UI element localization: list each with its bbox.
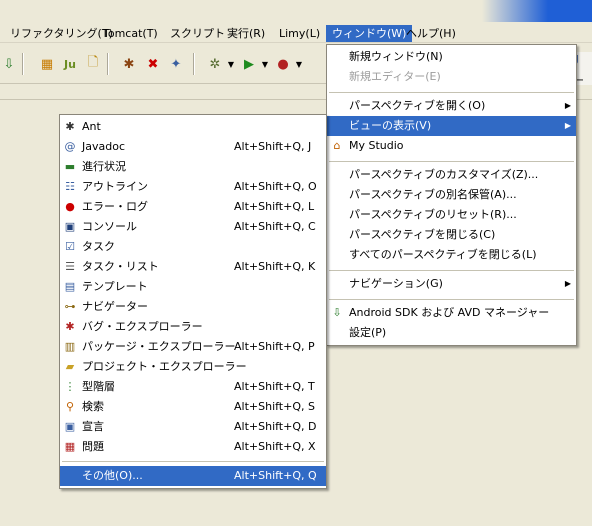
- toolbar-separator: [22, 53, 24, 75]
- menu-item-my-studio[interactable]: ⌂ My Studio: [327, 136, 576, 156]
- menu-run[interactable]: 実行(R): [221, 25, 271, 42]
- view-item-javadoc[interactable]: @ Javadoc Alt+Shift+Q, J: [60, 137, 326, 157]
- view-item-console[interactable]: ▣ コンソール Alt+Shift+Q, C: [60, 217, 326, 237]
- external-tools-icon[interactable]: ●: [274, 55, 292, 73]
- menu-item-android-sdk-manager[interactable]: ⇩ Android SDK および AVD マネージャー: [327, 303, 576, 323]
- toolbar-separator: [107, 53, 109, 75]
- menu-tomcat[interactable]: Tomcat(T): [97, 25, 164, 42]
- menu-item-open-perspective[interactable]: パースペクティブを開く(O) ▶: [327, 96, 576, 116]
- external-tools-dropdown-icon[interactable]: ▼: [294, 55, 304, 73]
- project-explorer-icon: ▰: [65, 360, 75, 373]
- bug-remove-icon[interactable]: ✖: [144, 55, 162, 73]
- menu-bar: リファクタリング(T) Tomcat(T) スクリプト 実行(R) Limy(L…: [0, 24, 592, 43]
- console-icon: ▣: [64, 220, 76, 233]
- view-item-outline[interactable]: ☷ アウトライン Alt+Shift+Q, O: [60, 177, 326, 197]
- new-package-icon[interactable]: ▦: [38, 55, 56, 73]
- run-dropdown-icon[interactable]: ▼: [260, 55, 270, 73]
- view-item-navigator[interactable]: ⊶ ナビゲーター: [60, 297, 326, 317]
- view-item-package-explorer[interactable]: ▥ パッケージ・エクスプローラー Alt+Shift+Q, P: [60, 337, 326, 357]
- view-item-task-list[interactable]: ☰ タスク・リスト Alt+Shift+Q, K: [60, 257, 326, 277]
- type-hierarchy-icon: ⋮: [64, 380, 76, 393]
- run-icon[interactable]: ▶: [240, 55, 258, 73]
- menu-item-close-all-perspectives[interactable]: すべてのパースペクティブを閉じる(L): [327, 245, 576, 265]
- debug-dropdown-icon[interactable]: ▼: [226, 55, 236, 73]
- package-explorer-icon: ▥: [64, 340, 76, 353]
- error-log-icon: ●: [65, 200, 75, 213]
- show-view-submenu: ✱ Ant @ Javadoc Alt+Shift+Q, J ▬ 進行状況 ☷ アウトライ…: [59, 114, 327, 489]
- bug-explorer-icon: ✱: [65, 320, 75, 333]
- bug-icon[interactable]: ✱: [120, 55, 138, 73]
- menu-separator: [329, 92, 574, 93]
- view-item-bug-explorer[interactable]: ✱ バグ・エクスプローラー: [60, 317, 326, 337]
- new-junit-icon[interactable]: Ju: [61, 55, 79, 73]
- title-bar-strip: [0, 0, 592, 24]
- menu-item-new-editor: 新規エディター(E): [349, 70, 441, 83]
- menu-item-reset-perspective[interactable]: パースペクティブのリセット(R)...: [327, 205, 576, 225]
- view-item-problems[interactable]: ▦ 問題 Alt+Shift+Q, X: [60, 437, 326, 457]
- debug-icon[interactable]: ✲: [206, 55, 224, 73]
- bug-search-icon[interactable]: ✦: [167, 55, 185, 73]
- menu-item-close-perspective[interactable]: パースペクティブを閉じる(C): [327, 225, 576, 245]
- outline-icon: ☷: [65, 180, 75, 193]
- menu-item-new-window[interactable]: 新規ウィンドウ(N): [327, 47, 576, 67]
- view-item-ant[interactable]: ✱ Ant: [60, 117, 326, 137]
- view-item-error-log[interactable]: ● エラー・ログ Alt+Shift+Q, L: [60, 197, 326, 217]
- menu-item-show-view[interactable]: ビューの表示(V) ▶: [327, 116, 576, 136]
- view-item-other[interactable]: その他(O)... Alt+Shift+Q, Q: [60, 466, 326, 486]
- view-item-search[interactable]: ⚲ 検索 Alt+Shift+Q, S: [60, 397, 326, 417]
- navigator-icon: ⊶: [64, 300, 76, 313]
- menu-separator: [329, 299, 574, 300]
- android-sdk-icon: ⇩: [332, 306, 342, 319]
- templates-icon: ▤: [64, 280, 76, 293]
- view-item-templates[interactable]: ▤ テンプレート: [60, 277, 326, 297]
- menu-item-preferences[interactable]: 設定(P): [327, 323, 576, 343]
- menu-separator: [62, 461, 324, 462]
- menu-separator: [329, 270, 574, 271]
- search-icon: ⚲: [65, 400, 75, 413]
- window-menu: 新規ウィンドウ(N) 新規エディター(E) パースペクティブを開く(O) ▶ ビュ…: [326, 44, 577, 346]
- ant-icon: ✱: [65, 120, 75, 133]
- submenu-arrow-icon: ▶: [564, 121, 571, 130]
- menu-item-save-perspective-as[interactable]: パースペクティブの別名保管(A)...: [327, 185, 576, 205]
- submenu-arrow-icon: ▶: [564, 279, 571, 288]
- progress-icon: ▬: [64, 160, 76, 173]
- view-item-progress[interactable]: ▬ 進行状況: [60, 157, 326, 177]
- view-item-tasks[interactable]: ☑ タスク: [60, 237, 326, 257]
- download-icon[interactable]: ⇩: [0, 55, 18, 73]
- declaration-icon: ▣: [64, 420, 76, 433]
- view-item-declaration[interactable]: ▣ 宣言 Alt+Shift+Q, D: [60, 417, 326, 437]
- task-list-icon: ☰: [65, 260, 75, 273]
- menu-separator: [329, 161, 574, 162]
- toolbar-separator: [193, 53, 195, 75]
- view-item-type-hierarchy[interactable]: ⋮ 型階層 Alt+Shift+Q, T: [60, 377, 326, 397]
- tasks-icon: ☑: [65, 240, 75, 253]
- problems-icon: ▦: [64, 440, 76, 453]
- menu-item-navigation[interactable]: ナビゲーション(G) ▶: [327, 274, 576, 294]
- house-icon: ⌂: [333, 139, 341, 152]
- javadoc-icon: @: [64, 140, 76, 153]
- new-file-icon[interactable]: 🗋: [84, 55, 102, 73]
- menu-item-customize-perspective[interactable]: パースペクティブのカスタマイズ(Z)...: [327, 165, 576, 185]
- menu-limy[interactable]: Limy(L): [273, 25, 326, 42]
- title-bar-gradient: [482, 0, 592, 22]
- view-item-project-explorer[interactable]: ▰ プロジェクト・エクスプローラー: [60, 357, 326, 377]
- submenu-arrow-icon: ▶: [564, 101, 571, 110]
- menu-help[interactable]: ヘルプ(H): [400, 25, 462, 42]
